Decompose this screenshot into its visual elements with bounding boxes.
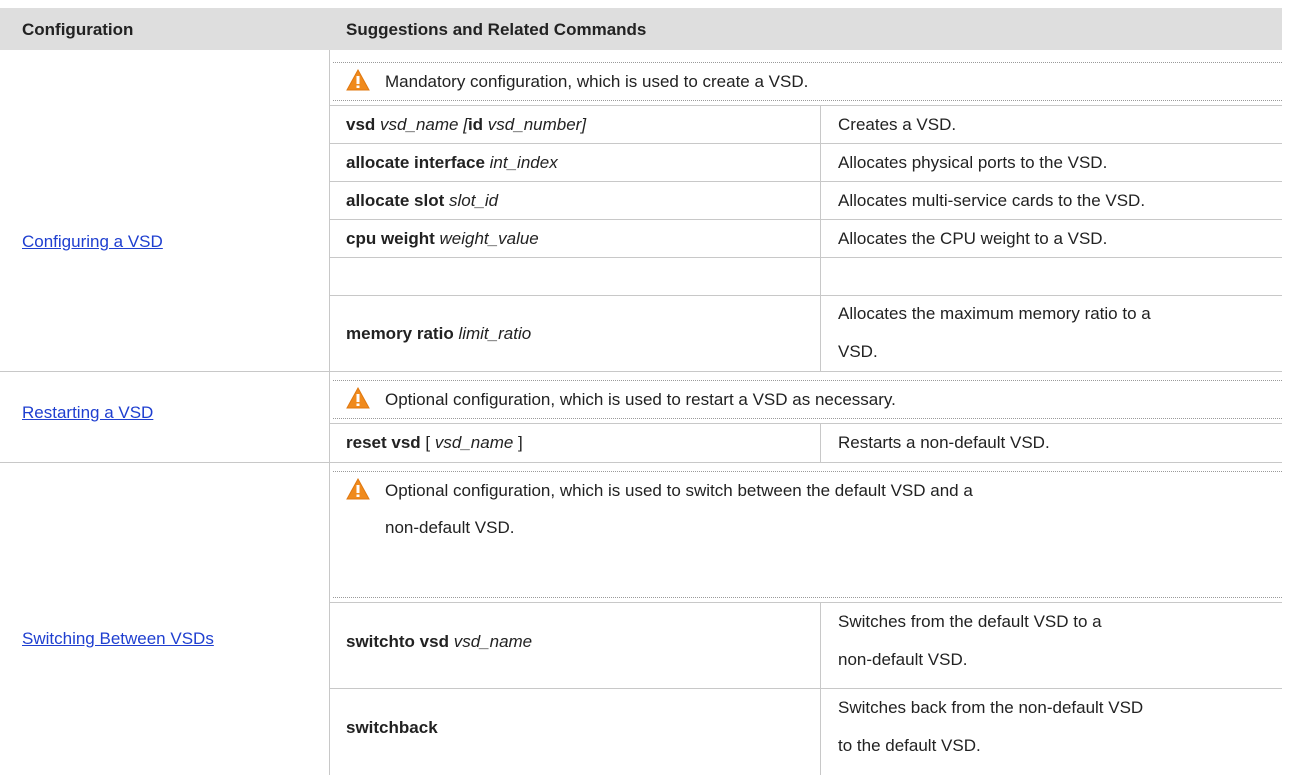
desc-cpu-weight: Allocates the CPU weight to a VSD. <box>838 229 1108 248</box>
dotted-line <box>333 471 1282 472</box>
link-switching-vsds[interactable]: Switching Between VSDs <box>22 629 214 649</box>
column-divider <box>329 50 330 775</box>
command-reset-vsd: reset vsd [ vsd_name ] <box>346 433 523 452</box>
command-vsd: vsd vsd_name [id vsd_number] <box>346 115 587 134</box>
desc-switchto-line2: non-default VSD. <box>838 650 968 669</box>
row-line <box>330 105 1282 106</box>
desc-switchto-line1: Switches from the default VSD to a <box>838 612 1102 631</box>
dotted-line <box>333 62 1282 63</box>
command-memory-ratio: memory ratio limit_ratio <box>346 324 532 343</box>
warning-triangle-icon <box>346 68 370 96</box>
note-optional-restart: Optional configuration, which is used to… <box>385 390 896 409</box>
row-line <box>330 423 1282 424</box>
dotted-line <box>333 597 1282 598</box>
desc-restarts-vsd: Restarts a non-default VSD. <box>838 433 1050 452</box>
dotted-line <box>333 100 1282 101</box>
desc-memory-ratio-line2: VSD. <box>838 342 878 361</box>
link-configuring-vsd[interactable]: Configuring a VSD <box>22 232 163 252</box>
section-separator-1 <box>0 371 1282 372</box>
desc-memory-ratio-line1: Allocates the maximum memory ratio to a <box>838 304 1151 323</box>
row-line <box>330 295 1282 296</box>
command-switchto-vsd: switchto vsd vsd_name <box>346 632 533 651</box>
inner-column-divider-2 <box>820 423 821 462</box>
row-line <box>330 688 1282 689</box>
command-switchback: switchback <box>346 718 438 737</box>
desc-allocate-cards: Allocates multi-service cards to the VSD… <box>838 191 1146 210</box>
row-line <box>330 181 1282 182</box>
desc-switchback-line1: Switches back from the non-default VSD <box>838 698 1144 717</box>
desc-creates-vsd: Creates a VSD. <box>838 115 957 134</box>
section-separator-2 <box>0 462 1282 463</box>
command-cpu-weight: cpu weight weight_value <box>346 229 539 248</box>
note-optional-switch-line1: Optional configuration, which is used to… <box>385 481 973 500</box>
desc-allocate-ports: Allocates physical ports to the VSD. <box>838 153 1108 172</box>
header-configuration: Configuration <box>22 20 134 39</box>
command-allocate-slot: allocate slot slot_id <box>346 191 499 210</box>
warning-triangle-icon <box>346 477 370 505</box>
dotted-line <box>333 418 1282 419</box>
link-restarting-vsd[interactable]: Restarting a VSD <box>22 403 153 423</box>
dotted-line <box>333 380 1282 381</box>
note-optional-switch-line2: non-default VSD. <box>385 518 515 537</box>
warning-triangle-icon <box>346 386 370 414</box>
command-allocate-interface: allocate interface int_index <box>346 153 558 172</box>
inner-column-divider-1 <box>820 105 821 371</box>
row-line <box>330 219 1282 220</box>
row-line <box>330 143 1282 144</box>
row-line <box>330 602 1282 603</box>
row-line <box>330 257 1282 258</box>
header-suggestions: Suggestions and Related Commands <box>346 20 647 39</box>
note-mandatory: Mandatory configuration, which is used t… <box>385 72 809 91</box>
desc-switchback-line2: to the default VSD. <box>838 736 981 755</box>
